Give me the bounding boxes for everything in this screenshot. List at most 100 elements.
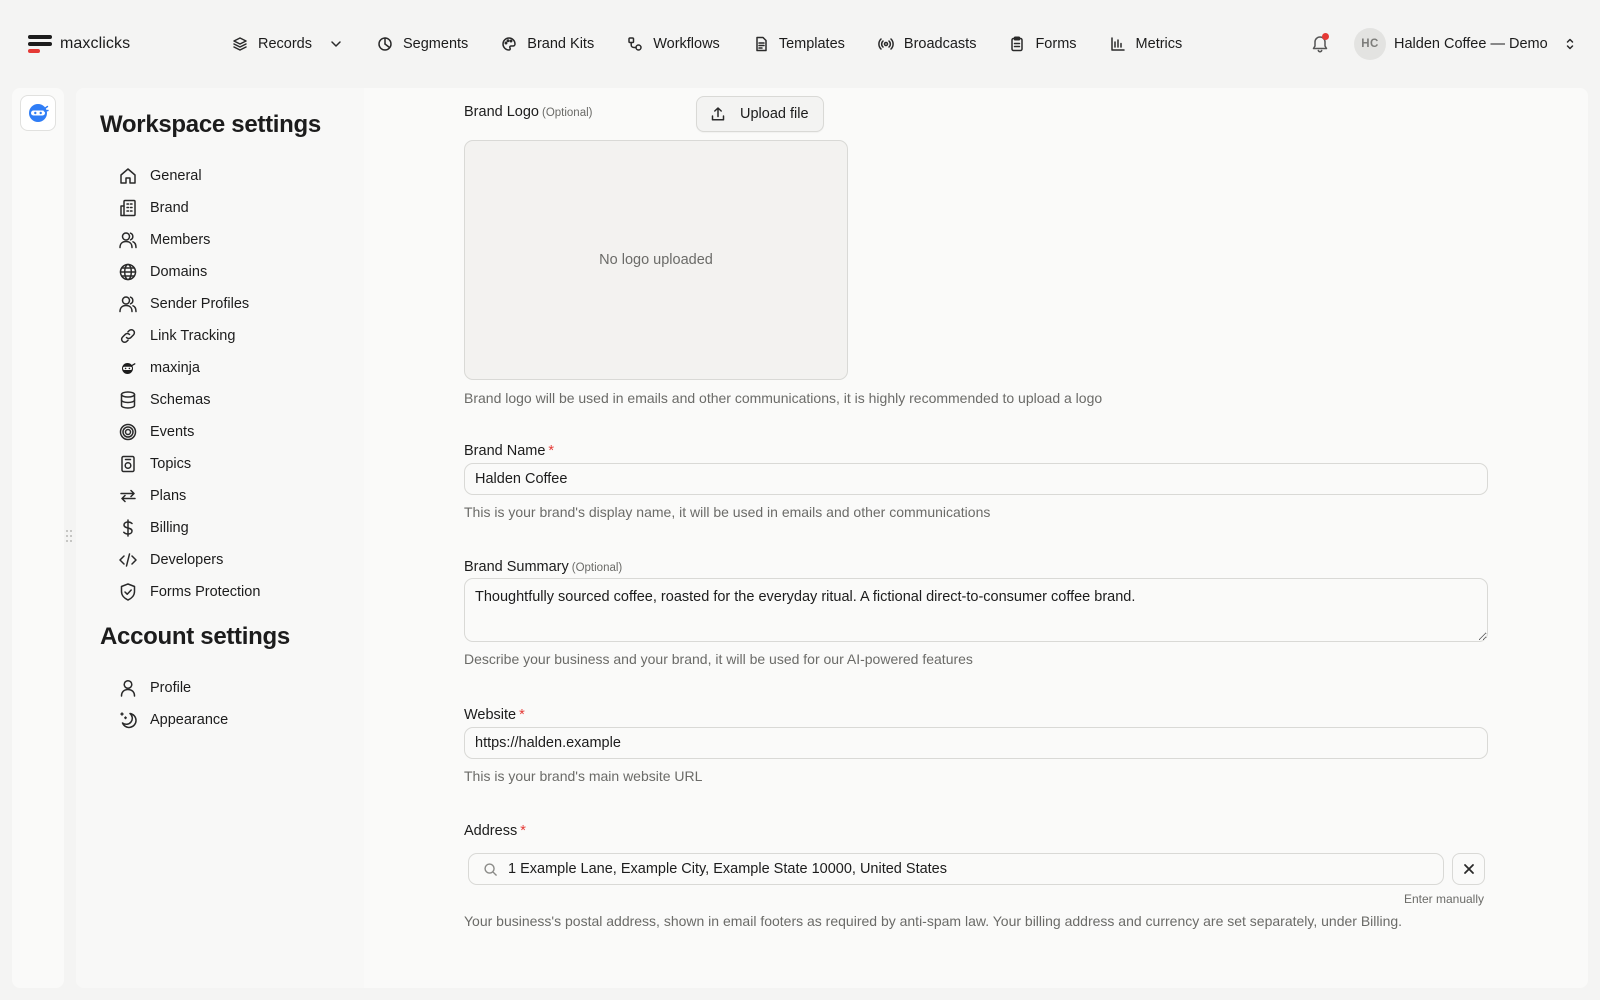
notification-dot (1322, 33, 1329, 40)
nav-metrics-label: Metrics (1135, 36, 1183, 52)
database-icon (120, 391, 136, 409)
brand-summary-field: Brand Summary (Optional) Thoughtfully sou… (464, 559, 1564, 667)
nav-workflows[interactable]: Workflows (627, 32, 720, 56)
settings-item-label: Billing (150, 520, 189, 536)
settings-sidebar: Workspace settings General Brand Members… (76, 88, 364, 988)
required-mark: * (520, 823, 526, 839)
nav-records[interactable]: Records (232, 32, 344, 56)
settings-item-label: maxinja (150, 360, 200, 376)
topic-icon (121, 455, 135, 473)
moon-icon (120, 712, 137, 729)
enter-manually-link[interactable]: Enter manually (1404, 892, 1484, 906)
optional-tag: (Optional) (541, 107, 593, 119)
main-nav: Records Segments Brand Kits Workflows Te… (232, 32, 1182, 56)
website-label-text: Website (464, 707, 517, 723)
workspace-settings-title: Workspace settings (100, 111, 321, 138)
address-input[interactable] (508, 861, 1428, 877)
chevron-up-down-icon (1566, 38, 1573, 50)
app-name: maxclicks (60, 35, 131, 52)
settings-item-plans[interactable]: Plans (118, 480, 260, 512)
ninja-icon (122, 363, 136, 374)
user-icon (120, 679, 136, 697)
close-icon (1463, 864, 1474, 874)
workspace-settings-menu: General Brand Members Domains Sender Pro… (118, 160, 260, 608)
settings-item-link-tracking[interactable]: Link Tracking (118, 320, 260, 352)
nav-brand-kits[interactable]: Brand Kits (501, 32, 594, 56)
upload-icon (711, 107, 725, 121)
brand-summary-help: Describe your business and your brand, i… (464, 651, 973, 667)
app-logo[interactable]: maxclicks (28, 33, 130, 55)
settings-item-general[interactable]: General (118, 160, 260, 192)
nav-brand-kits-label: Brand Kits (527, 36, 595, 52)
brand-name-help: This is your brand's display name, it wi… (464, 504, 991, 520)
notifications-button[interactable] (1310, 33, 1330, 54)
address-label-text: Address (464, 823, 518, 839)
nav-forms-label: Forms (1035, 36, 1077, 52)
settings-item-brand[interactable]: Brand (118, 192, 260, 224)
address-help: Your business's postal address, shown in… (464, 913, 1403, 929)
logo-preview[interactable]: No logo uploaded (464, 140, 848, 380)
settings-item-topics[interactable]: Topics (118, 448, 260, 480)
top-bar: maxclicks Records Segments Brand Kits Wo… (0, 0, 1600, 88)
settings-item-label: Plans (150, 488, 187, 504)
layers-icon (233, 37, 247, 51)
settings-item-forms-protection[interactable]: Forms Protection (118, 576, 260, 608)
brand-name-field: Brand Name* This is your brand's display… (464, 443, 1564, 520)
nav-broadcasts-label: Broadcasts (903, 36, 977, 52)
document-icon (756, 36, 767, 52)
maxclicks-logo-icon (28, 33, 52, 55)
brand-summary-label: Brand Summary (Optional) (464, 559, 1564, 575)
settings-item-events[interactable]: Events (118, 416, 260, 448)
settings-item-label: Domains (150, 264, 208, 280)
settings-item-label: Topics (150, 456, 192, 472)
settings-item-appearance[interactable]: Appearance (118, 704, 228, 736)
nav-segments-label: Segments (403, 36, 469, 52)
link-icon (120, 328, 136, 344)
nav-templates[interactable]: Templates (753, 32, 845, 56)
upload-file-button[interactable]: Upload file (696, 96, 824, 132)
target-icon (119, 423, 137, 441)
settings-item-label: Schemas (150, 392, 211, 408)
settings-item-sender-profiles[interactable]: Sender Profiles (118, 288, 260, 320)
brand-logo-label-text: Brand Logo (464, 104, 539, 120)
chevron-down-icon (331, 41, 341, 47)
nav-metrics[interactable]: Metrics (1110, 32, 1183, 56)
broadcast-icon (878, 38, 894, 50)
settings-item-label: Members (150, 232, 211, 248)
brand-summary-textarea[interactable]: Thoughtfully sourced coffee, roasted for… (464, 578, 1488, 642)
website-input[interactable] (464, 727, 1488, 759)
settings-item-domains[interactable]: Domains (118, 256, 260, 288)
resize-handle[interactable] (66, 530, 74, 544)
clipboard-icon (1011, 36, 1024, 52)
left-rail (12, 88, 64, 988)
account-settings-title: Account settings (100, 623, 290, 650)
ninja-bot-icon (29, 104, 49, 122)
settings-item-schemas[interactable]: Schemas (118, 384, 260, 416)
settings-item-maxinja[interactable]: maxinja (118, 352, 260, 384)
nav-broadcasts[interactable]: Broadcasts (878, 32, 977, 56)
brand-logo-field: Brand Logo (Optional) Upload file No logo… (464, 88, 1564, 418)
clear-address-button[interactable] (1452, 853, 1485, 885)
shield-check-icon (120, 583, 136, 601)
settings-item-developers[interactable]: Developers (118, 544, 260, 576)
required-mark: * (548, 443, 555, 459)
settings-item-label: Profile (150, 680, 192, 696)
no-logo-text: No logo uploaded (599, 252, 713, 268)
optional-tag: (Optional) (571, 562, 623, 574)
maxinja-assistant-button[interactable] (20, 95, 56, 131)
settings-item-label: General (150, 168, 202, 184)
upload-file-label: Upload file (740, 106, 809, 122)
nav-forms[interactable]: Forms (1009, 32, 1077, 56)
address-search (468, 853, 1444, 885)
nav-segments[interactable]: Segments (377, 32, 468, 56)
brand-name-label: Brand Name * (464, 443, 1564, 459)
account-switcher[interactable]: HC Halden Coffee — Demo (1354, 28, 1578, 60)
settings-item-billing[interactable]: Billing (118, 512, 260, 544)
brand-name-input[interactable] (464, 463, 1488, 495)
settings-item-profile[interactable]: Profile (118, 672, 228, 704)
settings-item-label: Events (150, 424, 195, 440)
settings-item-members[interactable]: Members (118, 224, 260, 256)
globe-icon (119, 263, 137, 281)
brand-summary-label-text: Brand Summary (464, 559, 569, 575)
workflow-icon (628, 37, 642, 51)
